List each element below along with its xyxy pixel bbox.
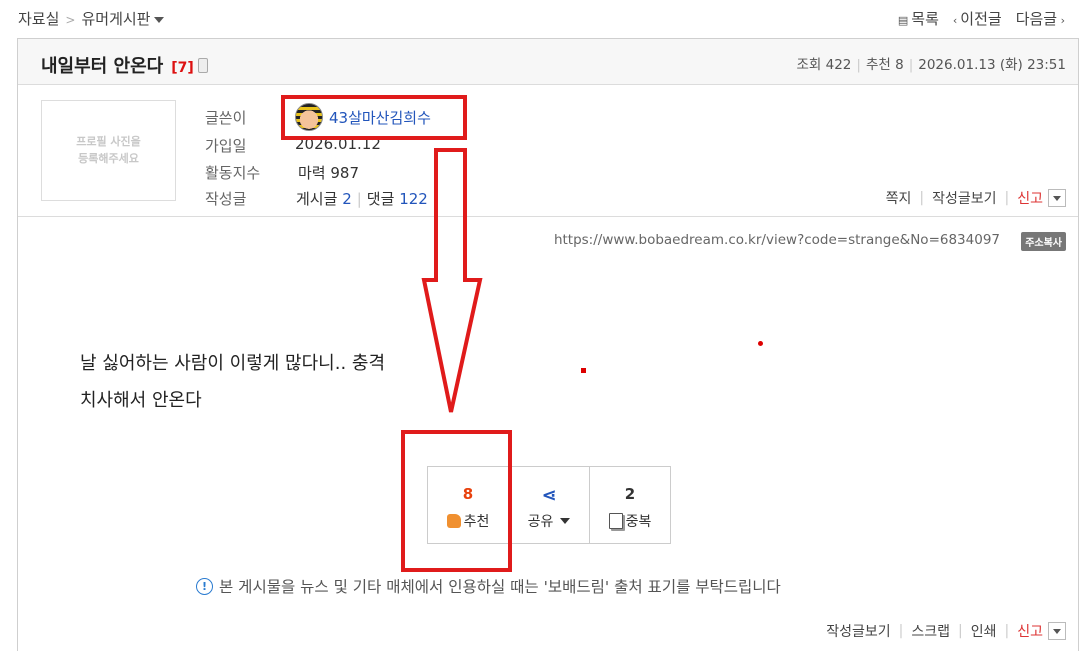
share-label-row: 공유 [509,511,589,531]
post-meta: 조회 422 | 추천 8 | 2026.01.13 (화) 23:51 [796,57,1066,73]
profile-photo-placeholder: 프로필 사진을등록해주세요 [41,100,176,201]
mobile-icon [197,58,208,73]
next-post-button[interactable]: 다음글 › [1016,8,1068,29]
list-label: 목록 [911,10,939,28]
activity-value: 마력 987 [298,164,359,182]
down-arrow-annotation [421,148,483,413]
post-body-line1: 날 싫어하는 사람이 이렇게 많다니.. 충격 [80,353,386,374]
chevron-down-icon[interactable] [154,16,165,23]
prev-post-button[interactable]: ‹ 이전글 [953,8,1002,29]
post-header: 내일부터 안온다 [7] 조회 422 | 추천 8 | 2026.01.13 (화) 2… [18,39,1078,85]
recommend-value: 8 [895,57,904,73]
info-icon: ! [196,577,213,595]
duplicate-count: 2 [624,485,636,503]
scrap-link[interactable]: 스크랩 [911,621,950,641]
print-link[interactable]: 인쇄 [971,621,997,641]
chevron-right-icon: › [1057,14,1065,27]
dropdown-icon[interactable] [1048,189,1066,207]
views-value: 422 [825,57,852,73]
comments-text: 댓글 [366,190,395,208]
view-posts-link[interactable]: 작성글보기 [932,188,996,208]
citation-notice-text: 본 게시물을 뉴스 및 기타 매체에서 인용하실 때는 '보배드림' 출처 표기… [219,578,781,596]
chevron-left-icon: ‹ [952,14,958,27]
citation-notice: ! 본 게시물을 뉴스 및 기타 매체에서 인용하실 때는 '보배드림' 출처 … [196,575,781,597]
recommend-highlight-box [401,430,512,572]
posts-summary: 게시글 2 | 댓글 122 [296,190,428,208]
breadcrumb-board[interactable]: 유머게시판 [81,10,150,28]
recommend-label: 추천 [865,57,891,73]
post-body: 날 싫어하는 사람이 이렇게 많다니.. 충격 치사해서 안온다 [80,345,385,419]
copy-url-button[interactable]: 주소복사 [1021,232,1066,251]
post-datetime: 2026.01.13 (화) 23:51 [918,57,1066,73]
posts-count[interactable]: 2 [342,190,352,208]
breadcrumb-separator: > [65,13,76,27]
share-button[interactable]: ⋖ 공유 [509,467,590,543]
profile-placeholder-line2: 등록해주세요 [78,152,139,165]
divider [18,216,1078,217]
duplicate-button-label: 중복 [625,514,652,530]
share-button-label: 공유 [527,514,554,530]
bottom-actions: 작성글보기 | 스크랩 | 인쇄 | 신고 [826,621,1066,641]
bottom-report-link[interactable]: 신고 [1017,621,1043,641]
profile-placeholder-text: 프로필 사진을등록해주세요 [42,133,175,167]
author-label: 글쓴이 [205,109,247,127]
share-icon-row: ⋖ [509,485,589,506]
post-navigation: ▤ 목록 ‹ 이전글 다음글 › [898,8,1068,29]
views-label: 조회 [796,57,822,73]
posts-text: 게시글 [296,190,338,208]
share-icon: ⋖ [541,485,557,506]
duplicate-icon [608,513,623,529]
joined-label: 가입일 [205,137,247,155]
post-container: 내일부터 안온다 [7] 조회 422 | 추천 8 | 2026.01.13 (화) 2… [17,38,1079,651]
duplicate-button[interactable]: 2 중복 [590,467,670,543]
bottom-dropdown-icon[interactable] [1048,622,1066,640]
profile-placeholder-line1: 프로필 사진을 [76,135,141,148]
post-body-line2: 치사해서 안온다 [80,390,202,411]
red-dot [758,341,763,346]
author-highlight-box [281,95,467,140]
red-dot [581,368,586,373]
posts-label: 작성글 [205,190,247,208]
prev-label: 이전글 [960,10,1002,28]
activity-label: 활동지수 [205,164,261,182]
breadcrumb-root[interactable]: 자료실 [18,10,59,28]
list-button[interactable]: ▤ 목록 [898,8,939,29]
duplicate-label-row: 중복 [590,511,670,531]
list-icon: ▤ [897,14,909,27]
next-label: 다음글 [1015,10,1058,28]
author-actions: 쪽지 | 작성글보기 | 신고 [886,188,1066,208]
message-link[interactable]: 쪽지 [886,188,912,208]
breadcrumb: 자료실 > 유머게시판 [18,8,165,29]
post-url: https://www.bobaedream.co.kr/view?code=s… [553,232,1000,248]
post-title: 내일부터 안온다 [41,56,164,77]
caret-down-icon [560,518,571,524]
report-link[interactable]: 신고 [1017,188,1043,208]
post-title-row: 내일부터 안온다 [7] [41,52,208,78]
bottom-view-posts-link[interactable]: 작성글보기 [826,621,890,641]
comment-count[interactable]: [7] [171,60,194,76]
